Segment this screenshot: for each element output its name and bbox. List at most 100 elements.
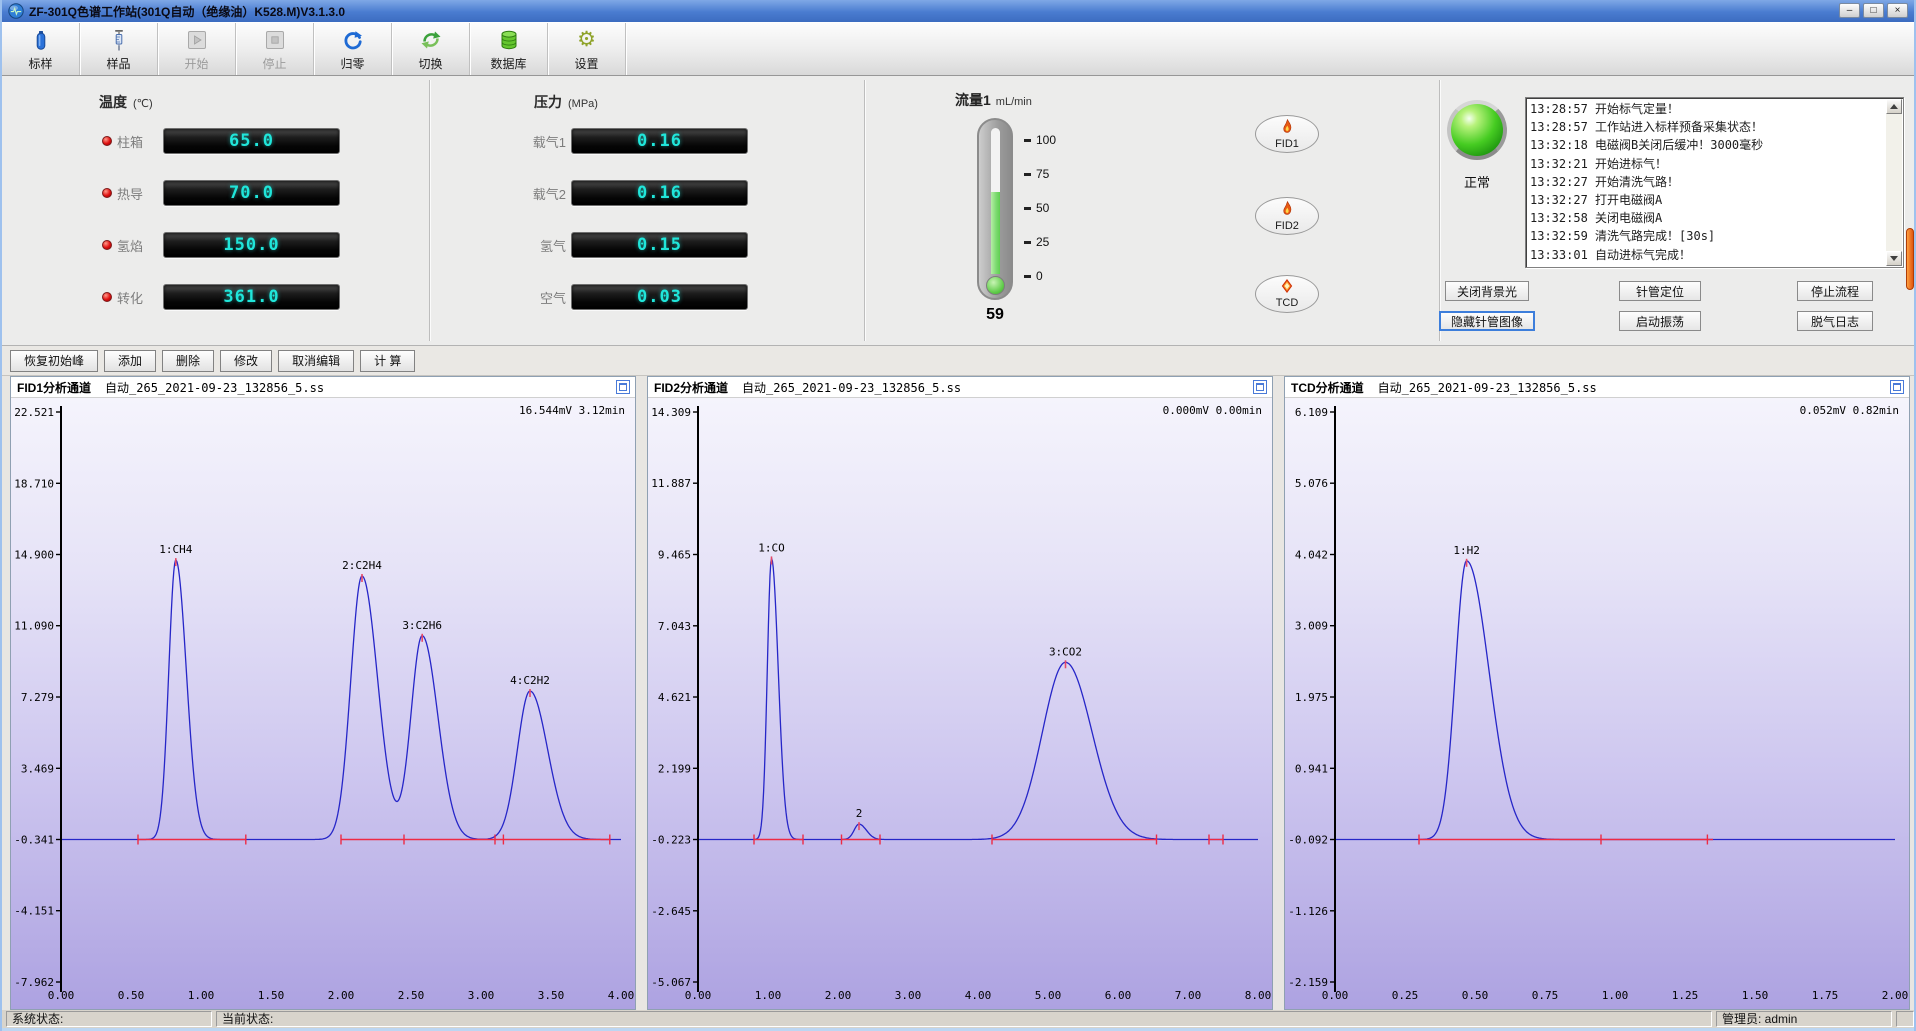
toolbar-button-stop[interactable]: 停止 [236, 23, 314, 75]
pressure-group-title: 压力(MPa) [534, 92, 598, 112]
detector-button-fid1[interactable]: FID1 [1255, 115, 1319, 153]
svg-text:0.50: 0.50 [118, 989, 145, 1002]
svg-text:2.00: 2.00 [1882, 989, 1909, 1002]
svg-text:1:CO: 1:CO [758, 542, 785, 555]
svg-text:-0.092: -0.092 [1288, 834, 1328, 847]
toolbar-button-zero[interactable]: 归零 [314, 23, 392, 75]
status-light-label: 正常 [1439, 172, 1515, 191]
svg-text:-4.151: -4.151 [14, 905, 54, 918]
svg-text:4:C2H2: 4:C2H2 [510, 674, 550, 687]
pressure-row-0: 载气10.16 [520, 128, 748, 154]
gear-icon: ⚙ [577, 27, 596, 53]
reset-arrow-icon [341, 27, 365, 53]
temperature-group-title: 温度(℃) [99, 92, 153, 112]
svg-text:1:CH4: 1:CH4 [159, 543, 192, 556]
temperature-display: 65.0 [163, 128, 340, 154]
cancel-edit-button[interactable]: 取消编辑 [278, 350, 354, 372]
separator [429, 80, 430, 341]
toolbar-button-database[interactable]: 数据库 [470, 23, 548, 75]
temperature-row-2: 氢焰150.0 [102, 232, 340, 258]
modify-button[interactable]: 修改 [220, 350, 272, 372]
svg-text:3.50: 3.50 [538, 989, 565, 1002]
svg-text:2.199: 2.199 [658, 762, 691, 775]
svg-text:-7.962: -7.962 [14, 976, 54, 989]
chromatogram-plot[interactable]: 1:CH42:C2H43:C2H64:C2H222.52118.71014.90… [11, 398, 635, 1009]
thermometer-fill [991, 192, 1000, 274]
toolbar-label-stop: 停止 [262, 55, 286, 72]
diamond-icon [1281, 279, 1293, 298]
system-status-segment: 系统状态: [6, 1011, 212, 1027]
flow-scale-tick: 100 [1024, 132, 1056, 148]
toolbar-button-settings[interactable]: ⚙设置 [548, 23, 626, 75]
log-line: 13:32:27 开始清洗气路！ [1530, 173, 1883, 191]
restore-initial-peaks-button[interactable]: 恢复初始峰 [10, 350, 98, 372]
svg-text:5.076: 5.076 [1295, 477, 1328, 490]
degas-log-button[interactable]: 脱气日志 [1797, 311, 1873, 331]
flame-icon [1282, 119, 1293, 139]
thermometer-bulb [986, 276, 1005, 295]
scroll-down-button[interactable] [1886, 251, 1902, 266]
svg-text:1.75: 1.75 [1812, 989, 1839, 1002]
svg-text:0.941: 0.941 [1295, 762, 1328, 775]
log-line: 13:32:58 关闭电磁阀A [1530, 209, 1883, 227]
tick-dash [1024, 241, 1031, 244]
chart-header: FID2分析通道 自动_265_2021-09-23_132856_5.ss [648, 377, 1272, 398]
app-logo-icon [8, 3, 24, 19]
detector-button-fid2[interactable]: FID2 [1255, 197, 1319, 235]
svg-text:0.25: 0.25 [1392, 989, 1419, 1002]
toolbar-button-switch[interactable]: 切换 [392, 23, 470, 75]
svg-text:-0.223: -0.223 [651, 834, 691, 847]
svg-text:0.00: 0.00 [685, 989, 712, 1002]
pressure-row-3: 空气0.03 [520, 284, 748, 310]
separator [1439, 80, 1440, 341]
start-oscillation-button[interactable]: 启动振荡 [1619, 311, 1701, 331]
calculate-button[interactable]: 计 算 [360, 350, 415, 372]
flow-gauge-title: 流量1mL/min [955, 90, 1032, 110]
hide-needle-image-button[interactable]: 隐藏针管图像 [1439, 311, 1535, 331]
svg-text:-0.341: -0.341 [14, 834, 54, 847]
window-controls: –□× [1839, 3, 1908, 18]
toolbar-button-standard-sample[interactable]: 标样 [2, 23, 80, 75]
svg-text:8.00: 8.00 [1245, 989, 1272, 1002]
chart-header: FID1分析通道 自动_265_2021-09-23_132856_5.ss [11, 377, 635, 398]
temperature-label: 氢焰 [117, 236, 163, 255]
chart-title: FID1分析通道 [17, 379, 91, 396]
edge-scroll-thumb[interactable] [1906, 228, 1914, 290]
temperature-label: 柱箱 [117, 132, 163, 151]
status-light [1447, 100, 1507, 160]
svg-text:7.00: 7.00 [1175, 989, 1202, 1002]
toolbar-button-start[interactable]: 开始 [158, 23, 236, 75]
tick-dash [1024, 275, 1031, 278]
close-button[interactable]: × [1887, 3, 1908, 18]
detector-button-tcd[interactable]: TCD [1255, 275, 1319, 313]
tick-dash [1024, 173, 1031, 176]
gas-cylinder-icon [29, 27, 53, 53]
minimize-button[interactable]: – [1839, 3, 1860, 18]
maximize-button[interactable]: □ [1863, 3, 1884, 18]
database-icon [497, 27, 521, 53]
add-button[interactable]: 添加 [104, 350, 156, 372]
maximize-icon[interactable] [1253, 380, 1267, 394]
stop-process-button[interactable]: 停止流程 [1797, 281, 1873, 301]
pressure-row-1: 载气20.16 [520, 180, 748, 206]
toolbar-button-sample[interactable]: 样品 [80, 23, 158, 75]
maximize-icon[interactable] [1890, 380, 1904, 394]
syringe-icon [107, 27, 131, 53]
scroll-up-button[interactable] [1886, 99, 1902, 114]
delete-button[interactable]: 删除 [162, 350, 214, 372]
flow-scale-tick: 75 [1024, 166, 1049, 182]
peak-edit-toolbar: 恢复初始峰添加删除修改取消编辑计 算 [2, 346, 1914, 376]
chart-filename: 自动_265_2021-09-23_132856_5.ss [742, 379, 961, 396]
temperature-unit: (℃) [133, 98, 153, 110]
close-backlight-button[interactable]: 关闭背景光 [1445, 281, 1529, 301]
chromatogram-plot[interactable]: 1:H26.1095.0764.0423.0091.9750.941-0.092… [1285, 398, 1909, 1009]
chromatogram-plot[interactable]: 1:CO23:CO214.30911.8879.4657.0434.6212.1… [648, 398, 1272, 1009]
svg-text:11.090: 11.090 [14, 620, 54, 633]
toolbar-label-zero: 归零 [340, 55, 364, 72]
svg-text:1.25: 1.25 [1672, 989, 1699, 1002]
needle-position-button[interactable]: 针管定位 [1619, 281, 1701, 301]
temperature-label: 热导 [117, 184, 163, 203]
log-scrollbar[interactable] [1886, 99, 1902, 266]
event-log[interactable]: 13:28:57 开始标气定量！13:28:57 工作站进入标样预备采集状态！1… [1525, 97, 1904, 268]
maximize-icon[interactable] [616, 380, 630, 394]
